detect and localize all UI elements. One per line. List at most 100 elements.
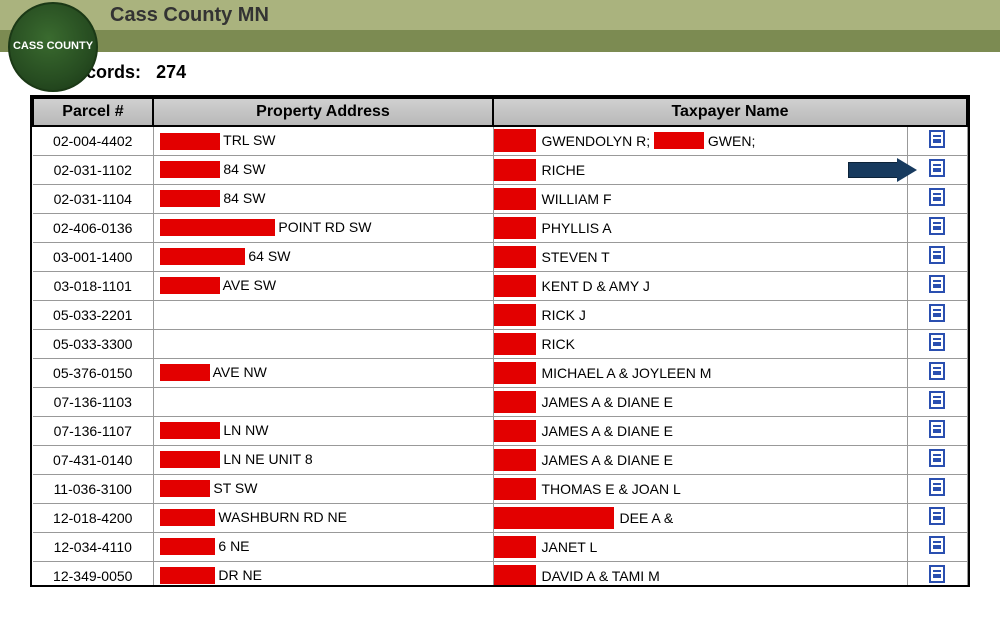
redaction-block: [494, 333, 536, 355]
taxpayer-cell: THOMAS E & JOAN L: [493, 474, 907, 503]
detail-icon[interactable]: [929, 362, 945, 380]
redaction-block: [160, 277, 220, 294]
table-row[interactable]: 02-031-1102 84 SWRICHE: [33, 155, 967, 184]
taxpayer-cell: GWENDOLYN R; GWEN;: [493, 126, 907, 155]
table-row[interactable]: 05-033-3300RICK: [33, 329, 967, 358]
table-row[interactable]: 03-018-1101 AVE SWKENT D & AMY J: [33, 271, 967, 300]
detail-cell: [907, 300, 967, 329]
redaction-block: [494, 188, 536, 210]
taxpayer-cell: JAMES A & DIANE E: [493, 445, 907, 474]
records-count: 274: [156, 62, 186, 82]
detail-cell: [907, 532, 967, 561]
parcel-cell: 07-136-1107: [33, 416, 153, 445]
redaction-block: [494, 565, 536, 587]
address-cell: 84 SW: [153, 155, 493, 184]
redaction-block: [494, 391, 536, 413]
parcel-cell: 11-036-3100: [33, 474, 153, 503]
parcel-cell: 02-031-1104: [33, 184, 153, 213]
taxpayer-text: MICHAEL A & JOYLEEN M: [542, 365, 712, 381]
detail-icon[interactable]: [929, 188, 945, 206]
detail-icon[interactable]: [929, 536, 945, 554]
parcel-cell: 07-431-0140: [33, 445, 153, 474]
detail-icon[interactable]: [929, 217, 945, 235]
address-cell: LN NE UNIT 8: [153, 445, 493, 474]
redaction-block: [494, 420, 536, 442]
detail-cell: [907, 213, 967, 242]
detail-icon[interactable]: [929, 507, 945, 525]
address-cell: ST SW: [153, 474, 493, 503]
table-row[interactable]: 02-406-0136 POINT RD SWPHYLLIS A: [33, 213, 967, 242]
address-cell: TRL SW: [153, 126, 493, 155]
col-taxpayer[interactable]: Taxpayer Name: [493, 98, 967, 126]
detail-icon[interactable]: [929, 333, 945, 351]
detail-cell: [907, 445, 967, 474]
table-row[interactable]: 02-031-1104 84 SW WILLIAM F: [33, 184, 967, 213]
detail-icon[interactable]: [929, 275, 945, 293]
parcel-cell: 05-376-0150: [33, 358, 153, 387]
taxpayer-text: DAVID A & TAMI M: [542, 568, 660, 584]
detail-icon[interactable]: [929, 246, 945, 264]
taxpayer-text: JANET L: [542, 539, 598, 555]
table-row[interactable]: 07-431-0140 LN NE UNIT 8 JAMES A & DIANE …: [33, 445, 967, 474]
redaction-block: [494, 217, 536, 239]
address-cell: LN NW: [153, 416, 493, 445]
redaction-block: [160, 133, 220, 150]
logo-text: CASS COUNTY: [13, 41, 93, 53]
parcel-cell: 12-349-0050: [33, 561, 153, 587]
address-cell: 84 SW: [153, 184, 493, 213]
detail-icon[interactable]: [929, 420, 945, 438]
taxpayer-text: PHYLLIS A: [542, 220, 612, 236]
redaction-block: [494, 362, 536, 384]
header-bar: Cass County MN: [0, 0, 1000, 30]
table-row[interactable]: 02-004-4402 TRL SWGWENDOLYN R; GWEN;: [33, 126, 967, 155]
table-row[interactable]: 07-136-1107 LN NWJAMES A & DIANE E: [33, 416, 967, 445]
address-text: AVE SW: [223, 277, 276, 293]
detail-icon[interactable]: [929, 449, 945, 467]
redaction-block: [494, 304, 536, 326]
taxpayer-cell: RICK: [493, 329, 907, 358]
detail-icon[interactable]: [929, 565, 945, 583]
address-text: DR NE: [218, 567, 262, 583]
table-row[interactable]: 05-376-0150 AVE NWMICHAEL A & JOYLEEN M: [33, 358, 967, 387]
address-cell: AVE SW: [153, 271, 493, 300]
detail-icon[interactable]: [929, 478, 945, 496]
taxpayer-text: GWENDOLYN R;: [542, 133, 651, 149]
address-text: 6 NE: [218, 538, 249, 554]
header-subbar: [0, 30, 1000, 52]
detail-cell: [907, 387, 967, 416]
detail-icon[interactable]: [929, 159, 945, 177]
detail-icon[interactable]: [929, 304, 945, 322]
table-row[interactable]: 05-033-2201RICK J: [33, 300, 967, 329]
address-cell: WASHBURN RD NE: [153, 503, 493, 532]
table-row[interactable]: 07-136-1103JAMES A & DIANE E: [33, 387, 967, 416]
redaction-block: [160, 364, 210, 381]
table-row[interactable]: 12-349-0050 DR NE DAVID A & TAMI M: [33, 561, 967, 587]
detail-cell: [907, 126, 967, 155]
address-cell: [153, 329, 493, 358]
detail-icon[interactable]: [929, 130, 945, 148]
table-row[interactable]: 11-036-3100 ST SW THOMAS E & JOAN L: [33, 474, 967, 503]
detail-cell: [907, 503, 967, 532]
taxpayer-cell: WILLIAM F: [493, 184, 907, 213]
parcel-cell: 12-018-4200: [33, 503, 153, 532]
table-row[interactable]: 12-034-4110 6 NEJANET L: [33, 532, 967, 561]
county-logo: CASS COUNTY: [8, 2, 98, 92]
table-row[interactable]: 03-001-1400 64 SWSTEVEN T: [33, 242, 967, 271]
parcel-cell: 03-001-1400: [33, 242, 153, 271]
col-address[interactable]: Property Address: [153, 98, 493, 126]
address-text: LN NE UNIT 8: [223, 451, 312, 467]
table-row[interactable]: 12-018-4200 WASHBURN RD NEDEE A &: [33, 503, 967, 532]
address-cell: [153, 300, 493, 329]
detail-cell: [907, 416, 967, 445]
address-cell: [153, 387, 493, 416]
results-table-container[interactable]: Parcel # Property Address Taxpayer Name …: [30, 95, 970, 587]
redaction-block: [494, 275, 536, 297]
detail-icon[interactable]: [929, 391, 945, 409]
redaction-block: [160, 538, 215, 555]
redaction-block: [160, 190, 220, 207]
records-count-line: # Records: 274: [0, 52, 1000, 89]
taxpayer-text: THOMAS E & JOAN L: [542, 481, 681, 497]
redaction-block: [160, 161, 220, 178]
col-parcel[interactable]: Parcel #: [33, 98, 153, 126]
taxpayer-text: WILLIAM F: [542, 191, 612, 207]
